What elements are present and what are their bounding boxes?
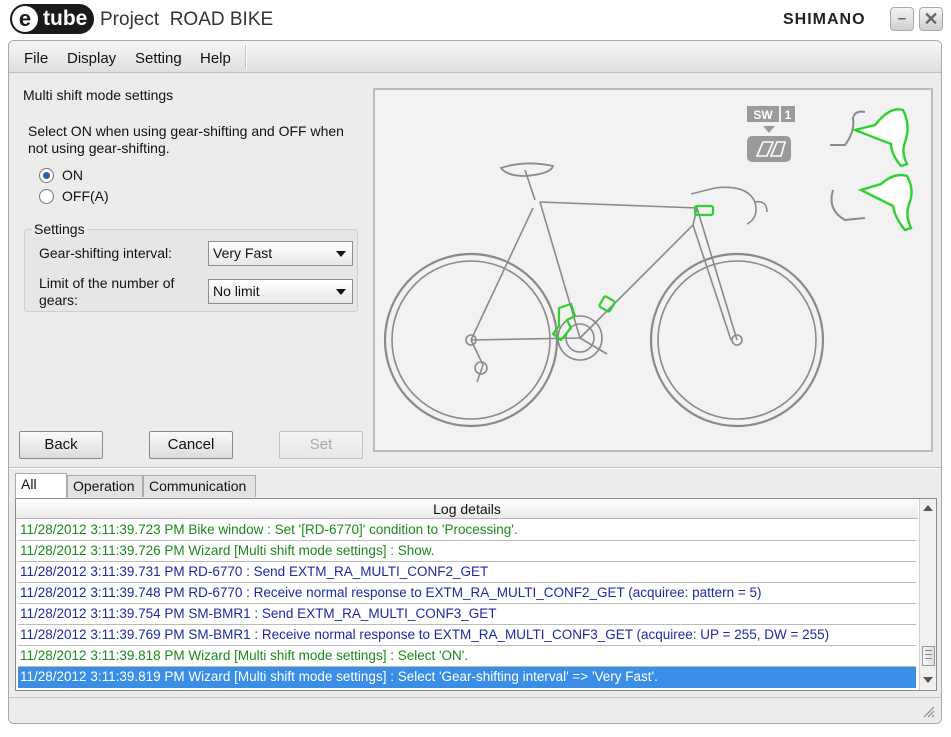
- sw-number: 1: [785, 108, 792, 122]
- settings-group-title: Settings: [32, 221, 87, 237]
- menu-display[interactable]: Display: [67, 50, 116, 67]
- scroll-down-icon[interactable]: [923, 677, 933, 683]
- log-row[interactable]: 11/28/2012 3:11:39.819 PM Wizard [Multi …: [18, 667, 916, 688]
- tab-communication[interactable]: Communication: [143, 475, 256, 497]
- close-button[interactable]: ✕: [919, 7, 943, 31]
- minimize-button[interactable]: –: [890, 7, 914, 31]
- limit-select[interactable]: No limit: [208, 279, 353, 304]
- shifter-levers: [830, 108, 913, 232]
- menu-help[interactable]: Help: [200, 50, 231, 67]
- log-row[interactable]: 11/28/2012 3:11:39.726 PM Wizard [Multi …: [18, 541, 916, 562]
- menu-file[interactable]: File: [24, 50, 48, 67]
- radio-on[interactable]: ON: [39, 167, 83, 183]
- log-scrollbar[interactable]: [919, 499, 936, 690]
- radio-off-circle[interactable]: [39, 188, 54, 204]
- log-row[interactable]: 11/28/2012 3:11:39.748 PM RD-6770 : Rece…: [18, 583, 916, 604]
- title-bar: e tube Project ROAD BIKE SHIMANO – ✕: [0, 0, 951, 40]
- log-row[interactable]: 11/28/2012 3:11:39.754 PM SM-BMR1 : Send…: [18, 604, 916, 625]
- etube-logo-text: tube: [43, 7, 88, 30]
- panel-description: Select ON when using gear-shifting and O…: [28, 123, 344, 156]
- etube-logo: e tube: [10, 4, 94, 34]
- radio-off[interactable]: OFF(A): [39, 188, 109, 204]
- chevron-down-icon: [336, 251, 346, 257]
- cancel-button[interactable]: Cancel: [149, 431, 233, 459]
- log-list[interactable]: Log details 11/28/2012 3:11:39.723 PM Bi…: [15, 498, 937, 691]
- tab-all[interactable]: All: [15, 473, 67, 498]
- interval-label: Gear-shifting interval:: [39, 245, 173, 261]
- switch-indicator: SW 1: [747, 106, 795, 162]
- brand-logo: SHIMANO: [783, 11, 866, 28]
- radio-off-label: OFF(A): [62, 188, 109, 204]
- app-title: Project ROAD BIKE: [100, 9, 274, 30]
- log-row[interactable]: 11/28/2012 3:11:39.731 PM RD-6770 : Send…: [18, 562, 916, 583]
- chevron-down-icon: [336, 289, 346, 295]
- scroll-up-icon[interactable]: [923, 505, 933, 511]
- log-header: Log details: [16, 499, 918, 519]
- main-window: File Display Setting Help Multi shift mo…: [8, 40, 942, 724]
- panel-title: Multi shift mode settings: [23, 87, 174, 103]
- log-row[interactable]: 11/28/2012 3:11:39.769 PM SM-BMR1 : Rece…: [18, 625, 916, 646]
- status-bar: [9, 697, 941, 723]
- sw-label: SW: [753, 108, 773, 122]
- back-button[interactable]: Back: [19, 431, 103, 459]
- settings-group: Settings Gear-shifting interval: Very Fa…: [24, 221, 358, 312]
- panel-divider: [9, 467, 941, 469]
- tab-operation[interactable]: Operation: [67, 475, 143, 497]
- bike-illustration: SW 1: [383, 106, 913, 428]
- battery-highlight: [598, 295, 616, 313]
- menu-bar: File Display Setting Help: [9, 41, 941, 73]
- menu-separator: [245, 45, 247, 69]
- scroll-thumb[interactable]: [922, 646, 935, 666]
- set-button[interactable]: Set: [279, 431, 363, 459]
- menu-setting[interactable]: Setting: [135, 50, 182, 67]
- interval-value: Very Fast: [213, 245, 273, 261]
- limit-value: No limit: [213, 283, 260, 299]
- log-row[interactable]: 11/28/2012 3:11:39.723 PM Bike window : …: [18, 520, 916, 541]
- log-row[interactable]: 11/28/2012 3:11:39.818 PM Wizard [Multi …: [18, 646, 916, 667]
- resize-grip-icon[interactable]: [923, 706, 935, 718]
- interval-select[interactable]: Very Fast: [208, 241, 353, 266]
- radio-on-label: ON: [62, 167, 83, 183]
- etube-logo-letter: e: [12, 6, 38, 32]
- bike-diagram: SW 1: [373, 88, 933, 452]
- limit-label: Limit of the number of gears:: [39, 275, 175, 308]
- radio-on-circle[interactable]: [39, 167, 54, 183]
